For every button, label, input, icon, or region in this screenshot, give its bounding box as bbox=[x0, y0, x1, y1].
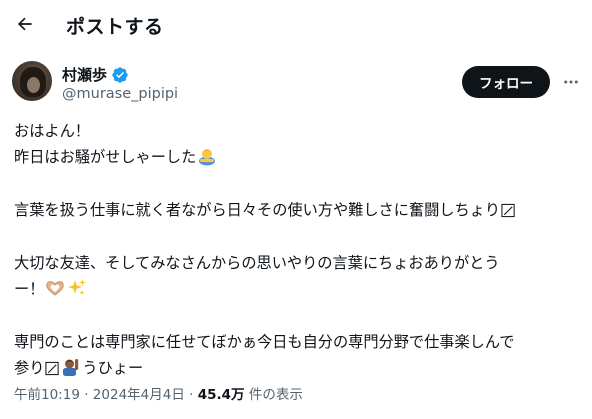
page-header: ポストする bbox=[0, 0, 592, 50]
back-button[interactable] bbox=[8, 7, 42, 41]
view-count-label: 件の表示 bbox=[248, 387, 303, 403]
person-raising-hand-emoji bbox=[63, 359, 79, 376]
avatar[interactable] bbox=[12, 61, 52, 101]
follow-button[interactable]: フォロー bbox=[462, 66, 550, 98]
tweet-line: おはよん！ bbox=[14, 122, 90, 140]
tweet-meta: 午前10:19 · 2024年4月4日 · 45.4万 件の表示 bbox=[14, 383, 303, 403]
ballot-box-check-icon bbox=[501, 203, 515, 218]
author-handle[interactable]: @murase_pipipi bbox=[62, 86, 178, 102]
post-page: ポストする 村瀬歩 @murase_pipipi フォロー おはよん！ 昨日はお… bbox=[0, 0, 592, 419]
person-bowing-emoji bbox=[199, 149, 216, 166]
display-name[interactable]: 村瀬歩 bbox=[62, 64, 107, 85]
heart-hands-emoji bbox=[46, 281, 65, 296]
tweet-line: 昨日はお騒がせしゃーした bbox=[14, 144, 584, 170]
back-arrow-icon bbox=[17, 17, 32, 31]
meta-separator: · bbox=[84, 387, 89, 403]
more-options-button[interactable] bbox=[558, 68, 584, 96]
meta-separator: · bbox=[189, 387, 194, 403]
tweet-line: 専門のことは専門家に任せてぼかぁ今日も自分の専門分野で仕事楽しんで bbox=[14, 333, 515, 351]
post-time[interactable]: 午前10:19 bbox=[14, 387, 80, 403]
tweet-line: 大切な友達、そしてみなさんからの思いやりの言葉にちょおありがとう bbox=[14, 254, 500, 272]
ballot-box-check-icon bbox=[45, 361, 60, 376]
page-title: ポストする bbox=[66, 16, 164, 38]
more-dots-icon bbox=[564, 80, 578, 84]
tweet-line: 参り うひょー bbox=[14, 359, 144, 377]
tweet-line: ー！ bbox=[14, 276, 584, 302]
tweet-line: 言葉を扱う仕事に就く者ながら日々その使い方や難しさに奮闘しちょり bbox=[14, 197, 584, 223]
tweet-text: おはよん！ 昨日はお騒がせしゃーした 言葉を扱う仕事に就く者ながら日々その使い方… bbox=[14, 118, 584, 381]
verified-badge-icon bbox=[112, 66, 128, 83]
view-count: 45.4万 bbox=[197, 387, 245, 403]
sparkles-emoji bbox=[68, 279, 87, 296]
author-name-row[interactable]: 村瀬歩 bbox=[62, 64, 129, 85]
post-date[interactable]: 2024年4月4日 bbox=[93, 387, 185, 403]
